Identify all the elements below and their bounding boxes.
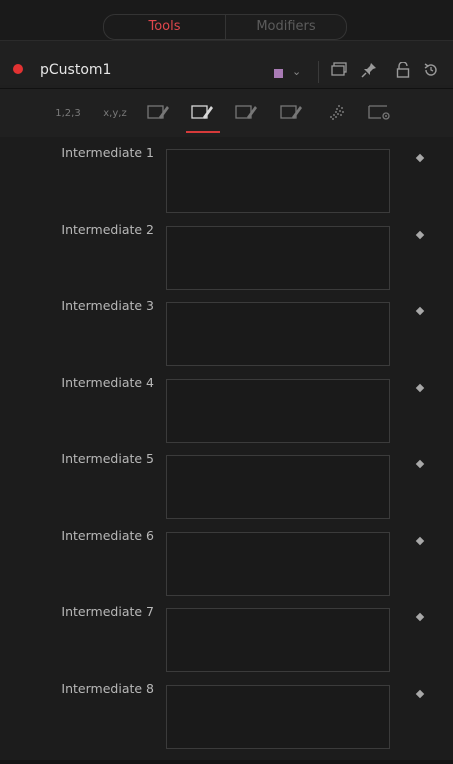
param-row: Intermediate 3 — [0, 290, 453, 366]
edit-tab-icon-4[interactable] — [278, 103, 306, 125]
intermediate-8-field[interactable] — [166, 684, 390, 749]
intermediate-6-field[interactable] — [166, 531, 390, 596]
intermediate-7-field[interactable] — [166, 608, 390, 672]
param-row: Intermediate 1 — [0, 137, 453, 213]
particles-tab-icon[interactable] — [323, 103, 351, 125]
chevron-down-icon[interactable]: ⌄ — [292, 65, 301, 78]
node-name[interactable]: pCustom1 — [40, 62, 111, 78]
param-row: Intermediate 4 — [0, 367, 453, 443]
keyframe-icon[interactable] — [415, 459, 425, 469]
intermediate-1-field[interactable] — [166, 149, 390, 213]
tab-modifiers[interactable]: Modifiers — [226, 15, 346, 39]
param-row: Intermediate 2 — [0, 214, 453, 290]
keyframe-icon[interactable] — [415, 536, 425, 545]
xyz-tab-icon[interactable]: x,y,z — [101, 103, 129, 125]
node-header: pCustom1 ⌄ — [0, 40, 453, 85]
param-label: Intermediate 3 — [61, 298, 154, 313]
keyframe-icon[interactable] — [415, 153, 425, 163]
keyframe-icon[interactable] — [415, 689, 425, 698]
active-tab-indicator — [186, 131, 220, 133]
intermediate-4-field[interactable] — [166, 378, 390, 443]
param-label: Intermediate 7 — [61, 604, 154, 619]
node-active-dot[interactable] — [13, 64, 23, 74]
parameters-list: Intermediate 1 Intermediate 2 Intermedia… — [0, 137, 453, 764]
edit-tab-icon-1[interactable] — [145, 103, 173, 125]
intermediate-2-field[interactable] — [166, 225, 390, 290]
keyframe-icon[interactable] — [415, 612, 425, 622]
panel-bottom-edge — [0, 760, 453, 764]
edit-tab-icon-3[interactable] — [233, 103, 261, 125]
top-tab-bar: Tools Modifiers — [0, 0, 453, 40]
param-label: Intermediate 5 — [61, 451, 154, 466]
header-divider — [318, 61, 319, 83]
param-label: Intermediate 2 — [61, 221, 154, 237]
param-row: Intermediate 5 — [0, 443, 453, 519]
inspector-toolbar: 1,2,3 x,y,z — [0, 88, 453, 138]
inspector-panel: Tools Modifiers pCustom1 ⌄ 1,2,3 x,y,z I… — [0, 0, 453, 764]
keyframe-icon[interactable] — [415, 230, 425, 239]
window-icon[interactable] — [330, 62, 348, 80]
edit-tab-icon-2[interactable] — [189, 103, 217, 125]
param-label: Intermediate 4 — [61, 374, 154, 390]
intermediate-3-field[interactable] — [166, 302, 390, 366]
param-row: Intermediate 6 — [0, 520, 453, 596]
tab-tools[interactable]: Tools — [104, 15, 226, 39]
node-color-swatch[interactable] — [274, 69, 283, 78]
reset-icon[interactable] — [422, 62, 440, 80]
tools-modifiers-switch: Tools Modifiers — [103, 14, 347, 40]
param-row: Intermediate 8 — [0, 673, 453, 749]
lock-icon[interactable] — [394, 61, 412, 80]
keyframe-icon[interactable] — [415, 383, 425, 392]
settings-tab-icon[interactable] — [366, 103, 394, 125]
param-row: Intermediate 7 — [0, 596, 453, 672]
numbers-tab-icon[interactable]: 1,2,3 — [54, 103, 82, 125]
param-label: Intermediate 6 — [61, 527, 154, 543]
intermediate-5-field[interactable] — [166, 455, 390, 519]
param-label: Intermediate 8 — [61, 680, 154, 696]
pin-icon[interactable] — [360, 62, 378, 80]
keyframe-icon[interactable] — [415, 306, 425, 316]
param-label: Intermediate 1 — [61, 145, 154, 160]
